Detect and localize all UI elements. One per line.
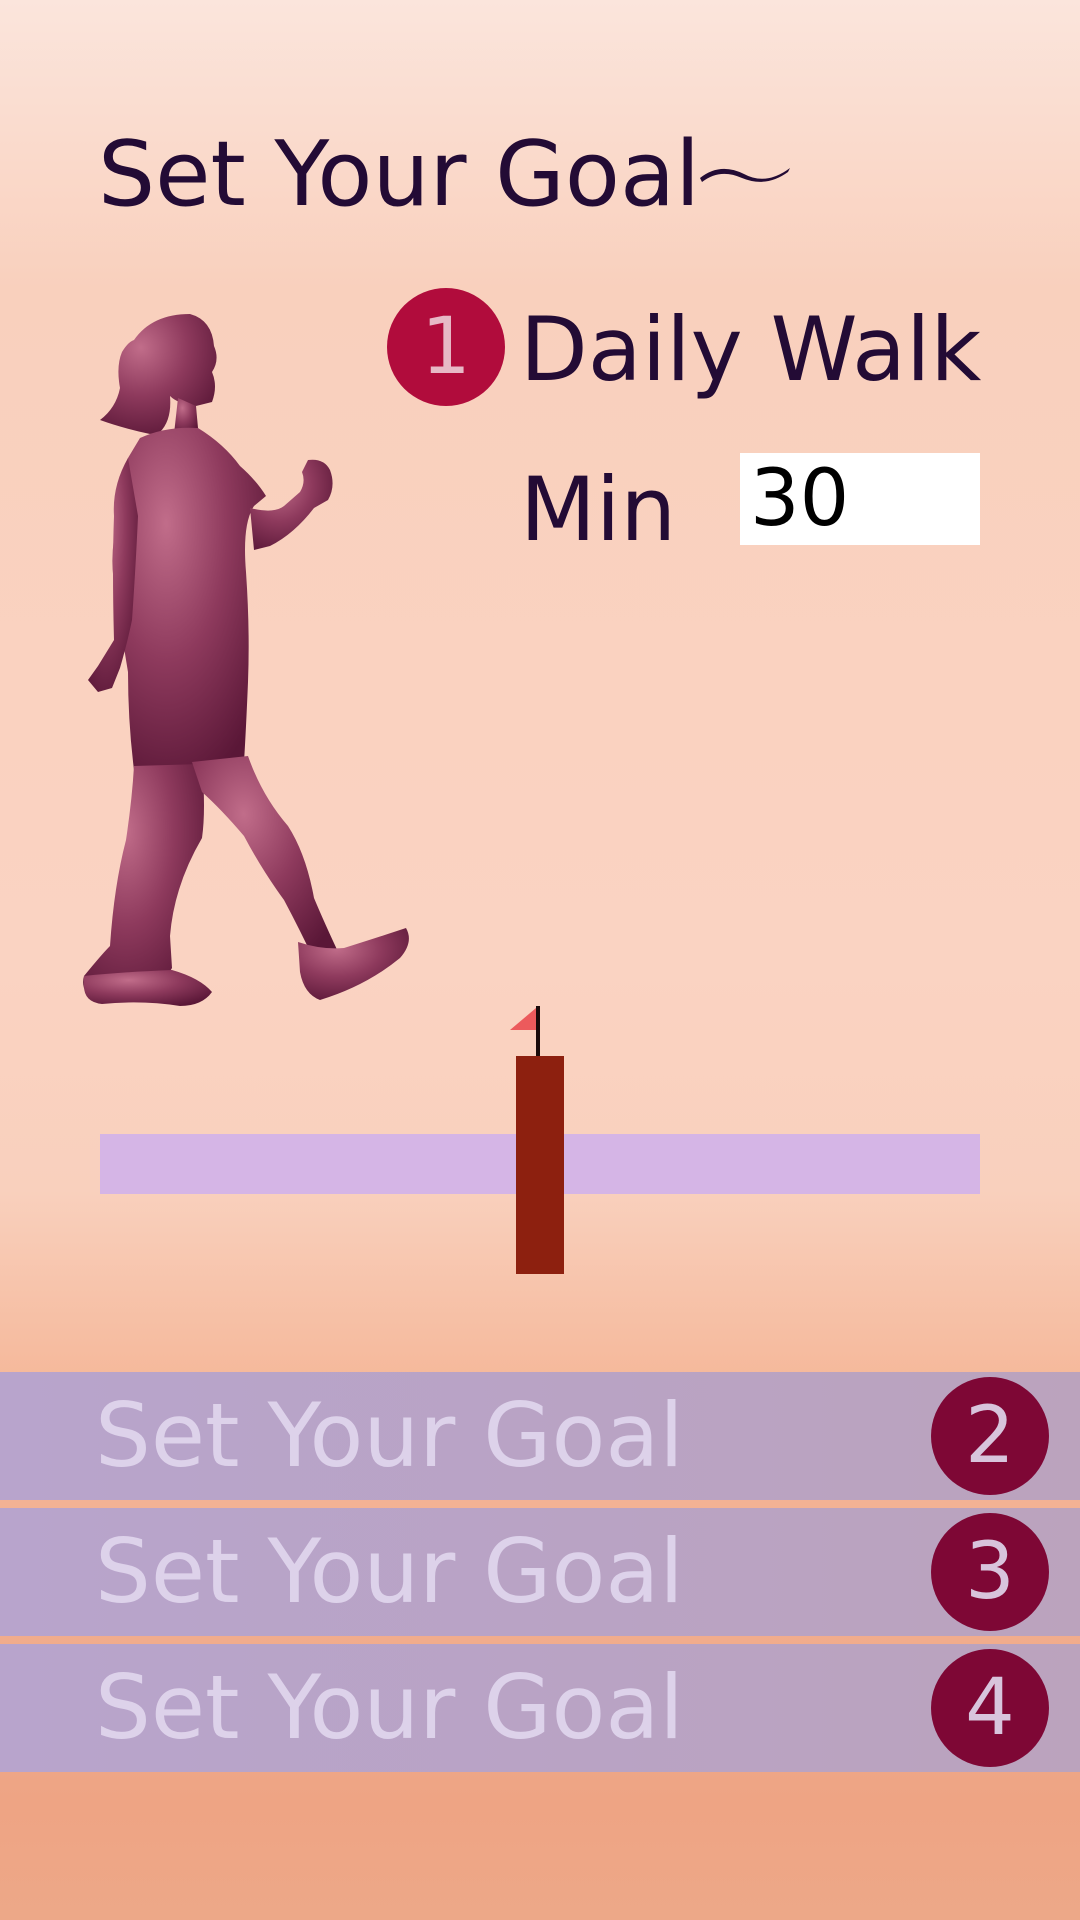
tilde-icon: [700, 168, 790, 182]
flag-icon: [510, 1006, 540, 1058]
goal-row-label: Set Your Goal: [95, 1384, 684, 1487]
walking-woman-icon: [83, 314, 409, 1006]
goal-row-number-badge: 4: [931, 1649, 1049, 1767]
goal-row-2[interactable]: Set Your Goal 2: [0, 1372, 1080, 1500]
goal-row-3[interactable]: Set Your Goal 3: [0, 1508, 1080, 1636]
minutes-input[interactable]: [740, 453, 980, 545]
slider-handle[interactable]: [516, 1056, 564, 1274]
goal-row-label: Set Your Goal: [95, 1520, 684, 1623]
goal-name: Daily Walk: [520, 298, 982, 401]
goal-number-badge: 1: [387, 288, 505, 406]
minutes-label: Min: [520, 458, 677, 561]
goal-row-4[interactable]: Set Your Goal 4: [0, 1644, 1080, 1772]
goal-row-number-badge: 3: [931, 1513, 1049, 1631]
goal-row-label: Set Your Goal: [95, 1656, 684, 1759]
page-title: Set Your Goal: [98, 122, 701, 227]
goal-row-number-badge: 2: [931, 1377, 1049, 1495]
